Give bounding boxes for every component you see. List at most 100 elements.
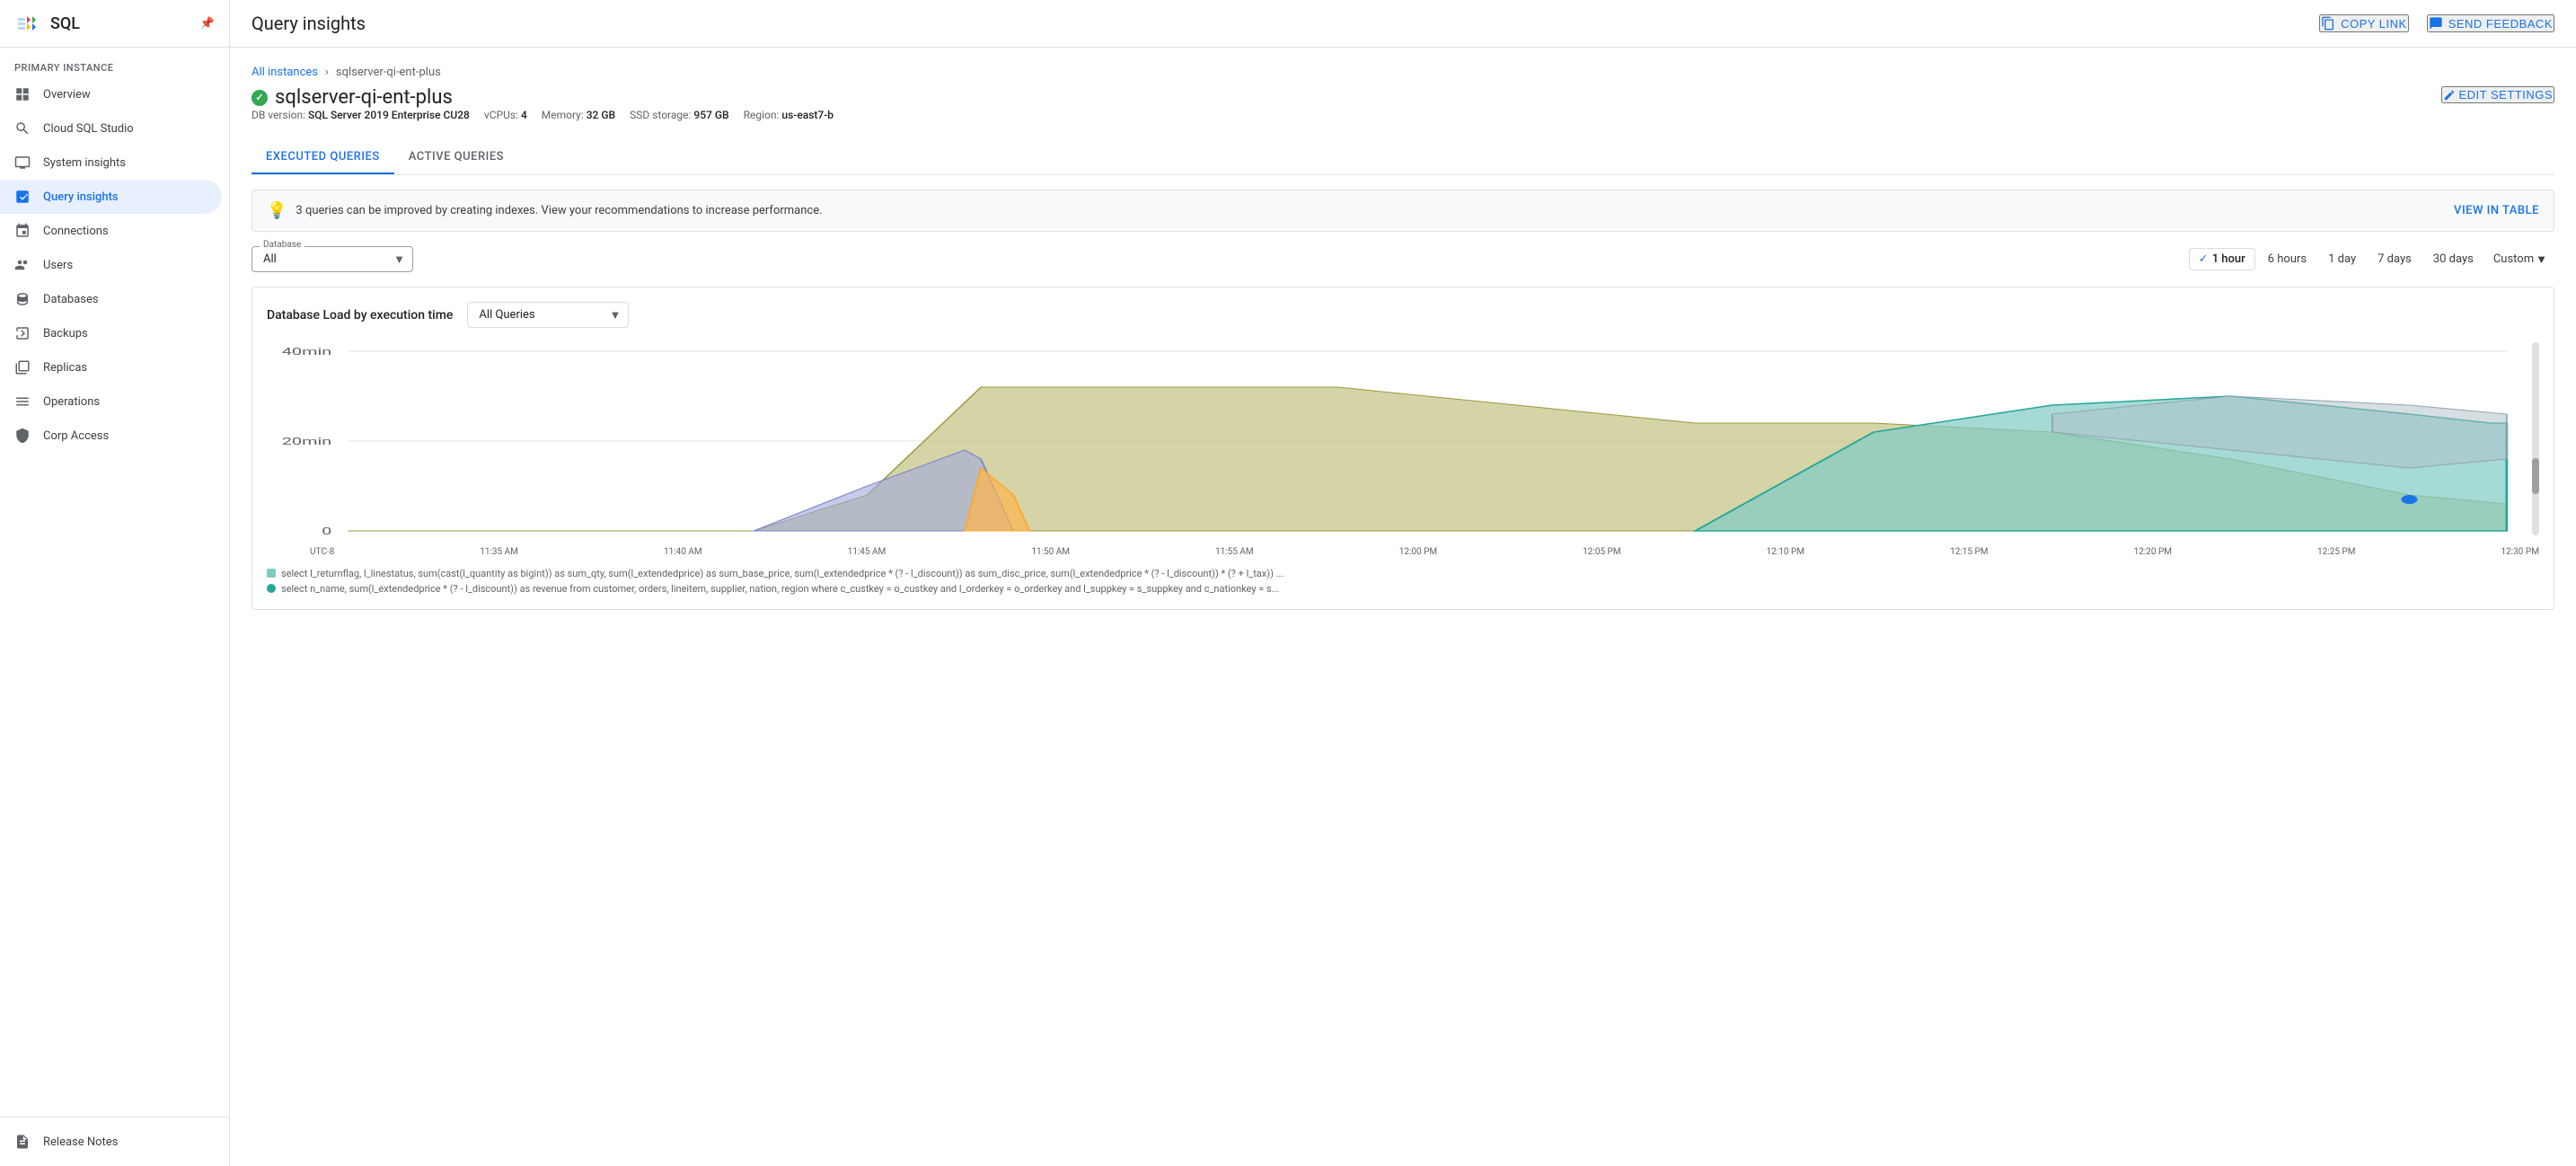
backups-icon	[14, 325, 31, 341]
time-filter-1hour[interactable]: ✓ 1 hour	[2189, 248, 2255, 270]
operations-icon	[14, 393, 31, 410]
sidebar-item-system-insights[interactable]: System insights	[0, 146, 222, 180]
edit-settings-button[interactable]: EDIT SETTINGS	[2441, 86, 2555, 103]
legend-text-2: select n_name, sum(l_extendedprice * (? …	[281, 583, 1279, 595]
memory-label: Memory: 32 GB	[542, 109, 615, 121]
notes-icon	[14, 1134, 31, 1150]
sidebar-item-overview[interactable]: Overview	[0, 77, 222, 111]
x-label-1200: 12:00 PM	[1399, 547, 1437, 557]
x-label-1220: 12:20 PM	[2134, 547, 2172, 557]
tabs: EXECUTED QUERIES ACTIVE QUERIES	[251, 141, 2554, 175]
check-icon: ✓	[2199, 252, 2209, 266]
breadcrumb-parent[interactable]: All instances	[251, 66, 318, 79]
chart-area: 40min 20min 0	[267, 342, 2539, 557]
pin-icon[interactable]: 📌	[200, 17, 215, 31]
sidebar-item-replicas[interactable]: Replicas	[0, 350, 222, 384]
edit-settings-label: EDIT SETTINGS	[2459, 88, 2554, 102]
instance-header: sqlserver-qi-ent-plus DB version: SQL Se…	[251, 86, 2554, 136]
chart-data-point	[2401, 495, 2417, 504]
svg-text:20min: 20min	[282, 436, 332, 447]
time-filter-6hours[interactable]: 6 hours	[2259, 249, 2316, 269]
time-filter-7days-label: 7 days	[2378, 252, 2412, 266]
sidebar-header: SQL 📌	[0, 0, 229, 48]
sidebar-item-users[interactable]: Users	[0, 248, 222, 282]
sidebar-item-backups[interactable]: Backups	[0, 316, 222, 350]
copy-link-button[interactable]: COPY LINK	[2319, 14, 2409, 32]
sidebar-item-corp-access[interactable]: Corp Access	[0, 419, 222, 453]
sidebar-section-label: Primary instance	[0, 48, 229, 77]
instance-title-area: sqlserver-qi-ent-plus DB version: SQL Se…	[251, 86, 834, 136]
sidebar-app-title: SQL	[50, 14, 80, 33]
info-banner: 💡 3 queries can be improved by creating …	[251, 190, 2554, 232]
query-select-arrow-icon: ▼	[610, 308, 622, 322]
instance-name: sqlserver-qi-ent-plus	[275, 86, 453, 109]
x-label-1230: 12:30 PM	[2501, 547, 2539, 557]
legend-item-1: select l_returnflag, l_linestatus, sum(c…	[267, 568, 2539, 579]
feedback-icon	[2429, 16, 2443, 31]
view-in-table-link[interactable]: VIEW IN TABLE	[2454, 204, 2539, 217]
sidebar-corp-access-label: Corp Access	[43, 429, 109, 443]
connections-icon	[14, 223, 31, 239]
legend-color-2	[267, 584, 276, 593]
vcpus-value: 4	[521, 109, 527, 121]
database-select-arrow: ▼	[393, 252, 405, 267]
sidebar-item-connections[interactable]: Connections	[0, 214, 222, 248]
time-filter-custom[interactable]: Custom ▼	[2486, 249, 2554, 270]
query-filter-select[interactable]: All Queries ▼	[467, 302, 629, 328]
sidebar-system-insights-label: System insights	[43, 156, 126, 170]
legend-color-1	[267, 569, 276, 578]
sidebar-item-databases[interactable]: Databases	[0, 282, 222, 316]
database-select-label: Database	[260, 240, 304, 250]
region-value: us-east7-b	[781, 109, 834, 121]
x-label-1215: 12:15 PM	[1950, 547, 1988, 557]
sidebar-operations-label: Operations	[43, 395, 100, 409]
time-filter-30days-label: 30 days	[2433, 252, 2474, 266]
tab-executed-queries[interactable]: EXECUTED QUERIES	[251, 141, 394, 174]
time-filter-1day[interactable]: 1 day	[2319, 249, 2365, 269]
sidebar-item-cloud-sql-studio[interactable]: Cloud SQL Studio	[0, 111, 222, 146]
chart-scrollbar[interactable]	[2532, 342, 2539, 535]
database-select[interactable]: Database All ▼	[251, 246, 413, 272]
chart-icon	[14, 189, 31, 205]
sidebar-cloud-sql-label: Cloud SQL Studio	[43, 122, 134, 136]
database-select-value: All	[263, 252, 277, 266]
region-label: Region: us-east7-b	[744, 109, 834, 121]
svg-text:0: 0	[322, 526, 331, 537]
db-version-value: SQL Server 2019 Enterprise CU28	[308, 109, 470, 121]
corp-icon	[14, 428, 31, 444]
chart-x-labels: UTC-8 11:35 AM 11:40 AM 11:45 AM 11:50 A…	[267, 547, 2539, 557]
ssd-value: 957 GB	[693, 109, 728, 121]
tab-active-queries[interactable]: ACTIVE QUERIES	[394, 141, 518, 174]
controls-row: Database All ▼ ✓ 1 hour 6 hours 1 day 7 …	[251, 246, 2554, 272]
send-feedback-button[interactable]: SEND FEEDBACK	[2427, 14, 2554, 32]
chart-header: Database Load by execution time All Quer…	[267, 302, 2539, 328]
sidebar-overview-label: Overview	[43, 88, 91, 102]
x-label-1140: 11:40 AM	[664, 547, 702, 557]
sidebar-item-release-notes[interactable]: Release Notes	[0, 1125, 222, 1159]
main-content: Query insights COPY LINK SEND FEEDBACK A…	[230, 0, 2576, 1166]
info-banner-text: 3 queries can be improved by creating in…	[296, 204, 2445, 217]
time-filters: ✓ 1 hour 6 hours 1 day 7 days 30 days Cu…	[2189, 248, 2554, 270]
ssd-label: SSD storage: 957 GB	[630, 109, 729, 121]
vcpus-label: vCPUs: 4	[484, 109, 527, 121]
chart-svg: 40min 20min 0	[267, 342, 2539, 540]
time-filter-6hours-label: 6 hours	[2268, 252, 2307, 266]
x-label-1150: 11:50 AM	[1031, 547, 1070, 557]
sidebar-item-query-insights[interactable]: Query insights	[0, 180, 222, 214]
sql-logo	[14, 11, 40, 36]
db-version-label: DB version: SQL Server 2019 Enterprise C…	[251, 109, 470, 121]
time-filter-1day-label: 1 day	[2328, 252, 2356, 266]
databases-icon	[14, 291, 31, 307]
x-label-1145: 11:45 AM	[848, 547, 887, 557]
copy-link-label: COPY LINK	[2341, 17, 2407, 31]
memory-value: 32 GB	[587, 109, 615, 121]
sidebar-item-operations[interactable]: Operations	[0, 384, 222, 419]
time-filter-30days[interactable]: 30 days	[2424, 249, 2483, 269]
time-filter-7days[interactable]: 7 days	[2369, 249, 2421, 269]
chart-container: Database Load by execution time All Quer…	[251, 287, 2554, 610]
content-area: All instances › sqlserver-qi-ent-plus sq…	[230, 48, 2576, 1166]
breadcrumb-current: sqlserver-qi-ent-plus	[336, 66, 441, 79]
time-filter-custom-label: Custom	[2493, 252, 2534, 266]
instance-title-row: sqlserver-qi-ent-plus	[251, 86, 834, 109]
chart-legend: select l_returnflag, l_linestatus, sum(c…	[267, 568, 2539, 595]
